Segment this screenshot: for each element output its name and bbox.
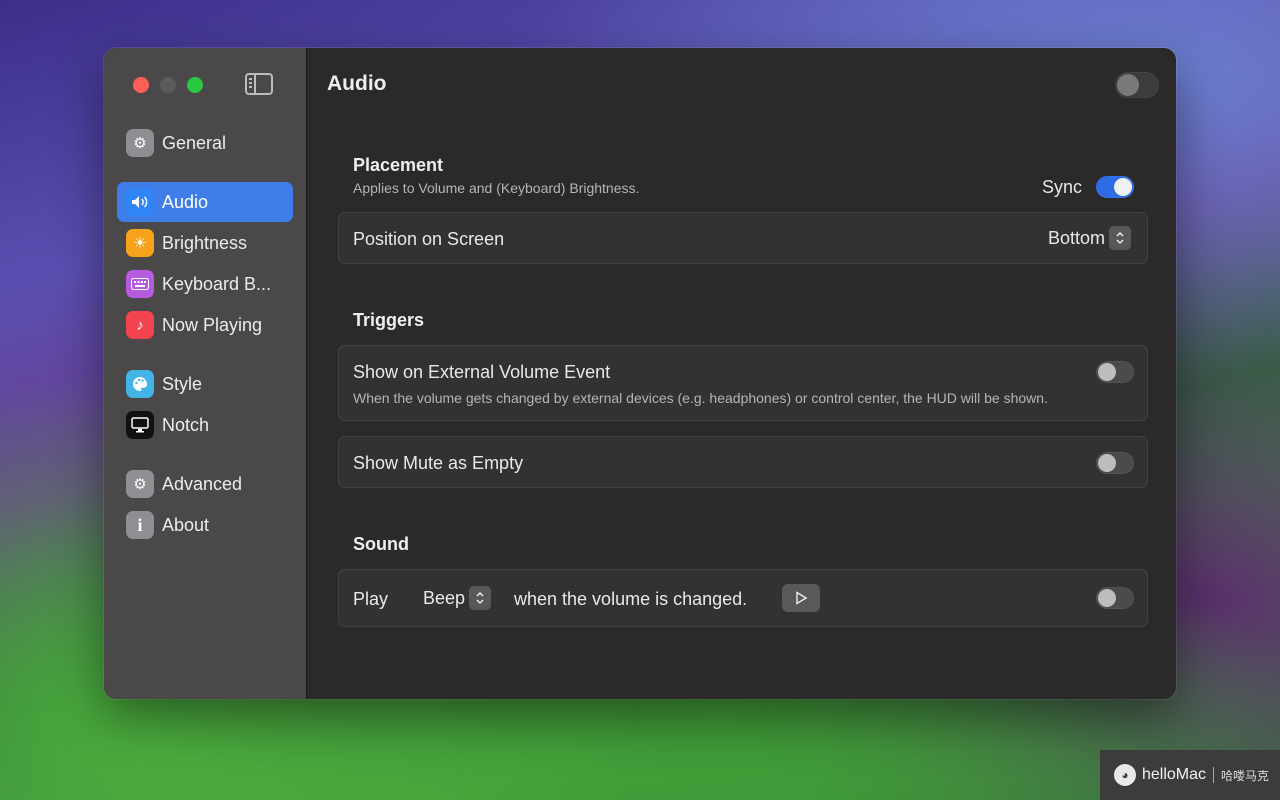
- sidebar-item-label: General: [162, 132, 227, 153]
- sound-select[interactable]: Beep: [423, 586, 492, 610]
- sidebar-item-advanced[interactable]: ⚙ Advanced: [117, 464, 293, 504]
- mute-empty-card: Show Mute as Empty: [338, 436, 1148, 488]
- sound-select-value: Beep: [423, 587, 466, 608]
- sidebar-item-label: Style: [162, 373, 203, 394]
- play-label: Play: [353, 589, 389, 609]
- sound-toggle[interactable]: [1096, 587, 1134, 609]
- sidebar-item-label: Advanced: [162, 473, 243, 494]
- watermark-brand: helloMac: [1142, 766, 1207, 783]
- mute-empty-label: Show Mute as Empty: [353, 453, 524, 473]
- triggers-section-title: Triggers: [353, 310, 425, 330]
- play-icon: [796, 591, 808, 605]
- external-volume-description: When the volume gets changed by external…: [353, 390, 1048, 406]
- sync-label: Sync: [1041, 176, 1082, 197]
- music-note-icon: ♪: [126, 311, 154, 339]
- content-pane: Audio Placement Applies to Volume and (K…: [307, 48, 1176, 699]
- sidebar-nav: ⚙ General Audio ☀ Brightness Keyboard B.…: [117, 123, 293, 546]
- watermark-cn: 哈喽马克: [1221, 768, 1270, 783]
- sidebar-toggle-icon[interactable]: [245, 73, 273, 95]
- display-icon: [126, 411, 154, 439]
- sidebar-item-about[interactable]: i About: [117, 505, 293, 545]
- sidebar-item-general[interactable]: ⚙ General: [117, 123, 293, 163]
- sidebar-item-now-playing[interactable]: ♪ Now Playing: [117, 305, 293, 345]
- sidebar-item-label: Notch: [162, 414, 210, 435]
- gear-icon: ⚙: [126, 129, 154, 157]
- up-down-chevron-icon: [469, 586, 492, 610]
- sidebar-item-audio[interactable]: Audio: [117, 182, 293, 222]
- gears-icon: ⚙: [126, 470, 154, 498]
- cat-logo-icon: ◕: [1114, 764, 1136, 786]
- position-label: Position on Screen: [353, 229, 505, 249]
- sync-control: Sync: [1042, 176, 1134, 198]
- sound-suffix-label: when the volume is changed.: [514, 589, 748, 609]
- sidebar: ⚙ General Audio ☀ Brightness Keyboard B.…: [104, 48, 307, 699]
- up-down-chevron-icon: [1109, 226, 1131, 250]
- position-select-value: Bottom: [1047, 227, 1105, 248]
- sidebar-item-notch[interactable]: Notch: [117, 405, 293, 445]
- position-card: Position on Screen Bottom: [338, 212, 1148, 264]
- placement-section-title: Placement: [353, 155, 444, 175]
- window-controls: [133, 77, 203, 93]
- header-toggle[interactable]: [1115, 72, 1159, 98]
- sidebar-item-style[interactable]: Style: [117, 364, 293, 404]
- sound-section-title: Sound: [353, 534, 409, 554]
- page-title: Audio: [327, 72, 387, 95]
- sidebar-item-keyboard-brightness[interactable]: Keyboard B...: [117, 264, 293, 304]
- watermark-divider: [1213, 767, 1215, 783]
- play-sound-button[interactable]: [782, 584, 820, 612]
- sidebar-item-label: Keyboard B...: [162, 273, 272, 294]
- sidebar-item-label: Audio: [162, 191, 209, 212]
- position-select[interactable]: Bottom: [1048, 226, 1131, 250]
- sidebar-item-label: Now Playing: [162, 314, 263, 335]
- external-volume-card: Show on External Volume Event When the v…: [338, 345, 1148, 421]
- palette-icon: [126, 370, 154, 398]
- external-volume-label: Show on External Volume Event: [353, 362, 611, 382]
- watermark: ◕ helloMac 哈喽马克: [1100, 750, 1280, 800]
- speaker-icon: [126, 188, 154, 216]
- close-window-button[interactable]: [133, 77, 149, 93]
- placement-section-subtitle: Applies to Volume and (Keyboard) Brightn…: [353, 180, 640, 196]
- minimize-window-button[interactable]: [160, 77, 176, 93]
- info-icon: i: [126, 511, 154, 539]
- sidebar-item-brightness[interactable]: ☀ Brightness: [117, 223, 293, 263]
- keyboard-icon: [126, 270, 154, 298]
- sync-toggle[interactable]: [1096, 176, 1134, 198]
- sidebar-item-label: Brightness: [162, 232, 248, 253]
- sun-icon: ☀: [126, 229, 154, 257]
- mute-empty-toggle[interactable]: [1096, 452, 1134, 474]
- sound-card: Play Beep when the volume is changed.: [338, 569, 1148, 627]
- settings-window: ⚙ General Audio ☀ Brightness Keyboard B.…: [104, 48, 1176, 699]
- sidebar-item-label: About: [162, 514, 210, 535]
- external-volume-toggle[interactable]: [1096, 361, 1134, 383]
- zoom-window-button[interactable]: [187, 77, 203, 93]
